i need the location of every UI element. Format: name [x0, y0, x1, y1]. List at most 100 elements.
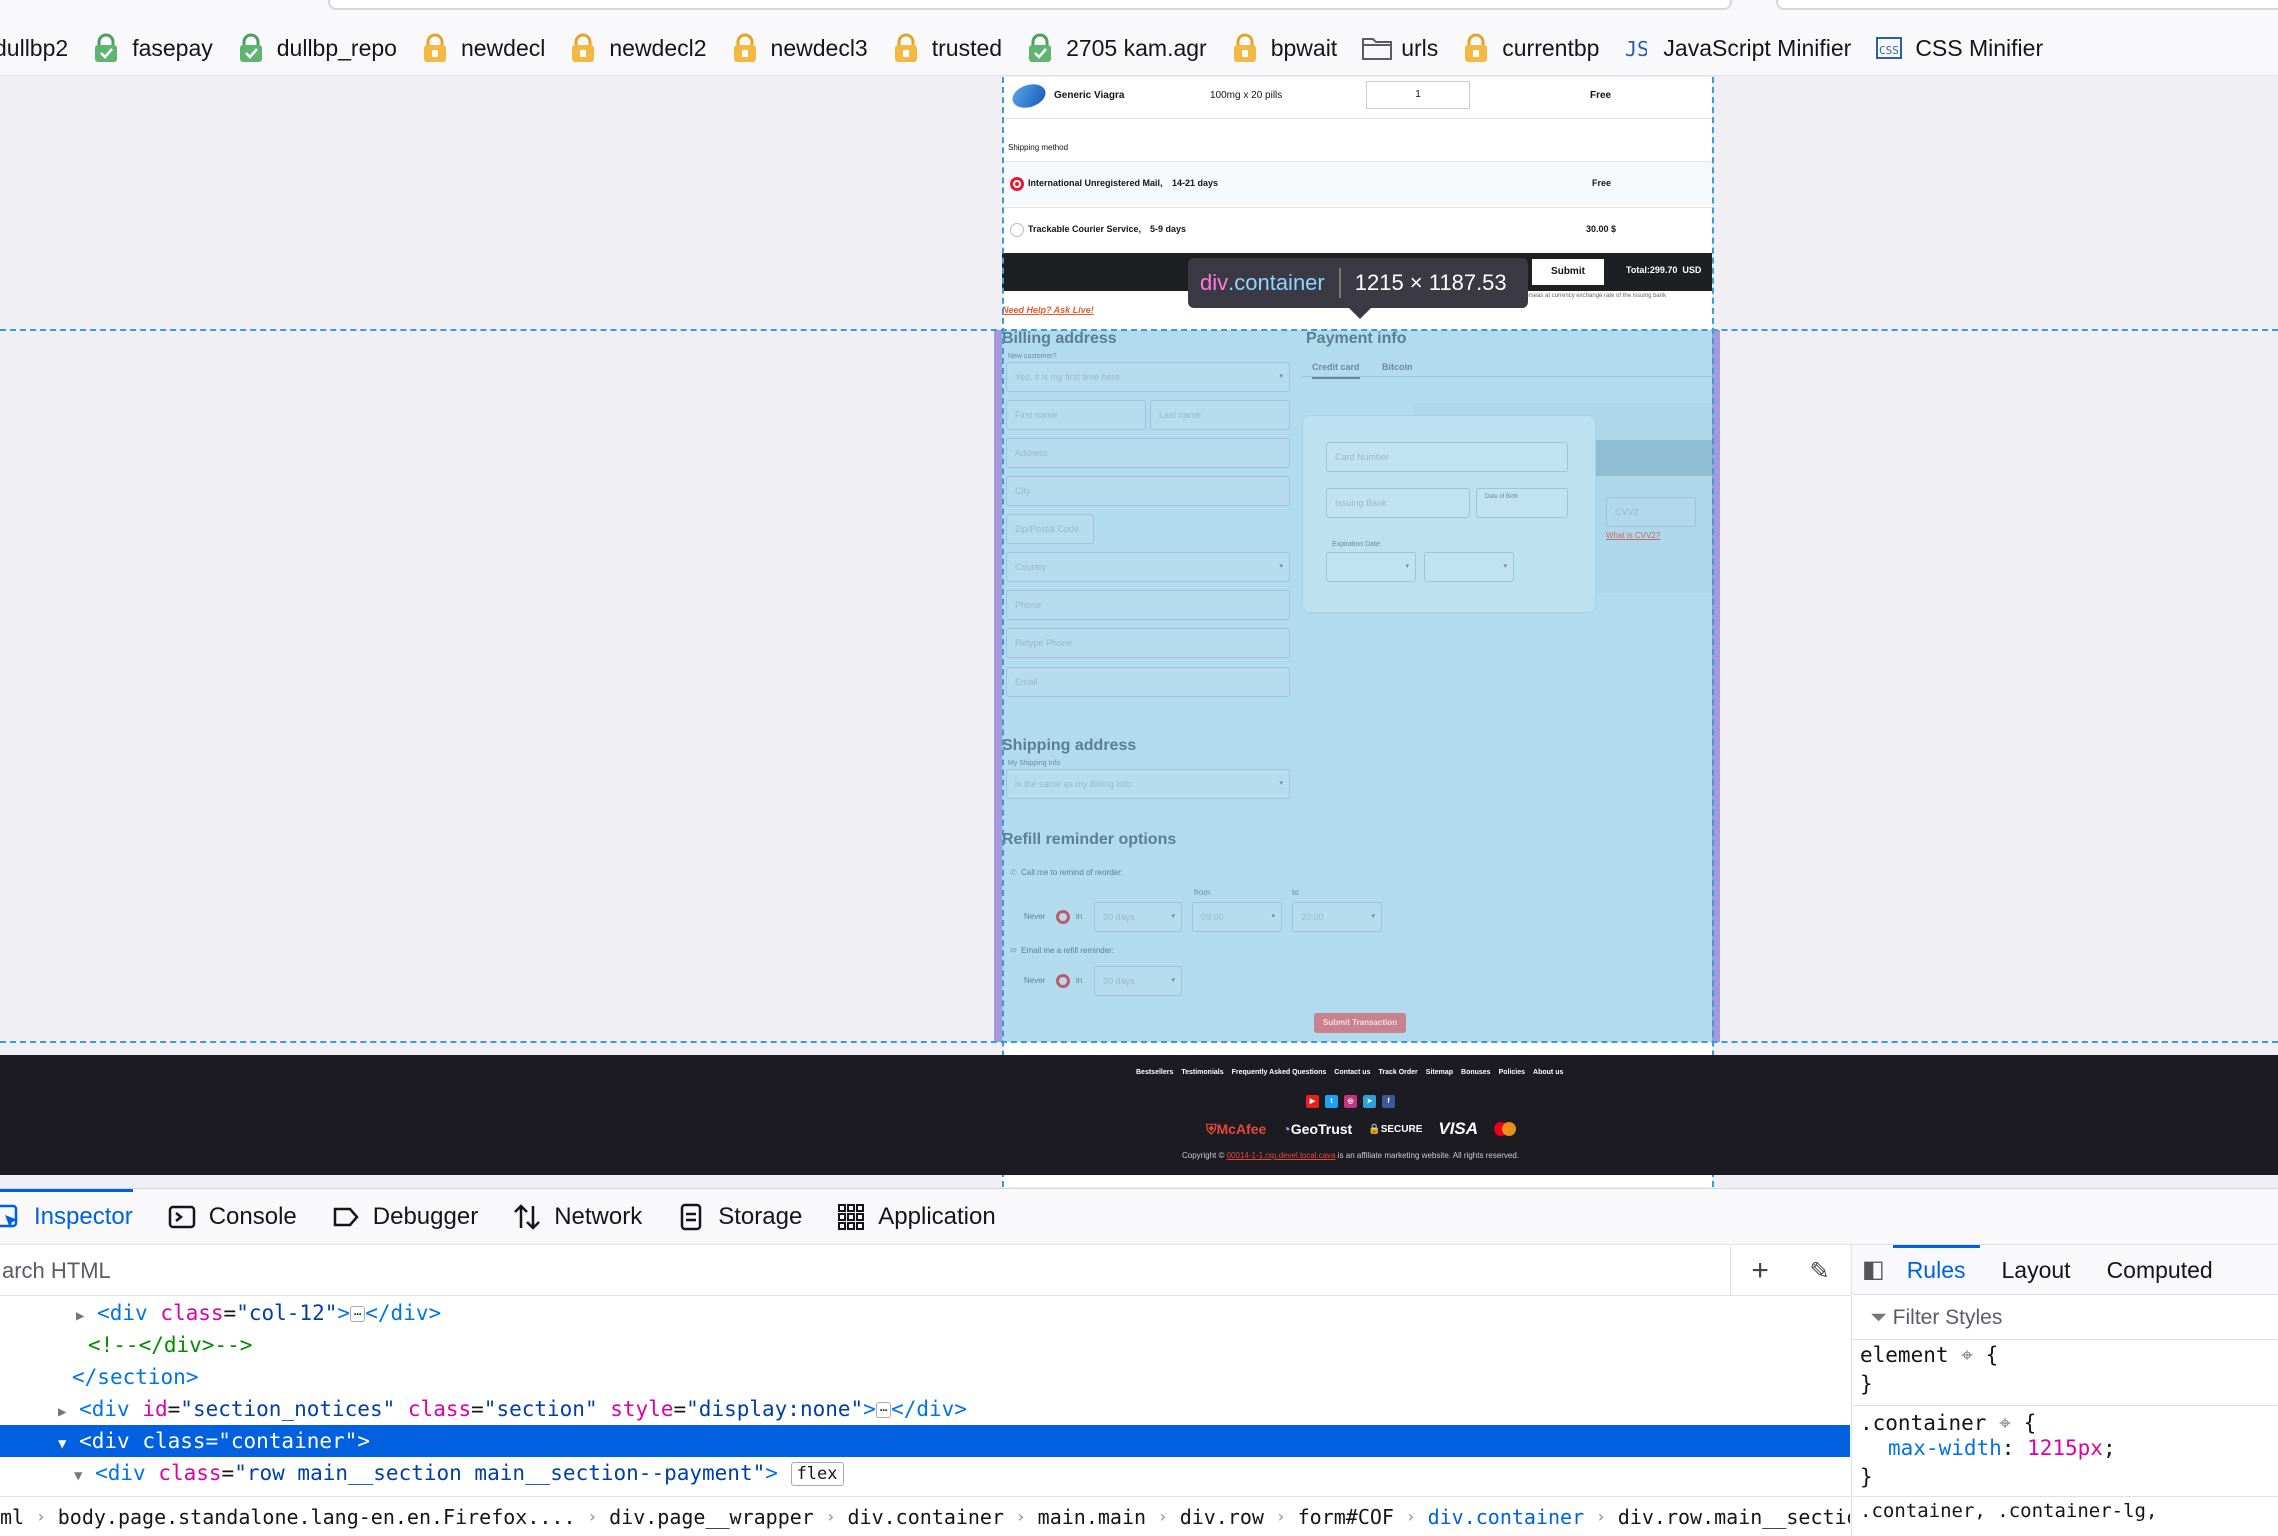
footer-link[interactable]: Bestsellers	[1136, 1069, 1173, 1076]
breadcrumb-item[interactable]: main.main	[1038, 1505, 1146, 1529]
rule-container[interactable]: .container ⌖ {	[1852, 1405, 2278, 1435]
bookmark-item[interactable]: 2705 kam.agr	[1026, 33, 1207, 63]
footer-link[interactable]: Contact us	[1334, 1069, 1370, 1076]
add-node-icon[interactable]: +	[1751, 1254, 1769, 1288]
footer-link[interactable]: About us	[1533, 1069, 1563, 1076]
live-help-link[interactable]: Need Help? Ask Live!	[1002, 305, 1094, 315]
exp-year-select[interactable]: ▾	[1424, 552, 1514, 582]
email-reminder-option[interactable]: ✉ Email me a refill reminder:	[1010, 946, 1114, 955]
collapse-arrow-icon[interactable]: ▼	[58, 1436, 66, 1452]
shipping-info-select[interactable]: is the same as my Billing Info ▾	[1006, 769, 1290, 799]
rule-element[interactable]: element ⌖ {	[1852, 1341, 2278, 1370]
tree-node[interactable]: ▼ <div class="row main__section main__se…	[0, 1457, 1850, 1489]
tab-storage[interactable]: Storage	[676, 1189, 802, 1245]
bookmark-item[interactable]: newdecl2	[569, 33, 707, 63]
bookmark-item[interactable]: newdecl3	[731, 33, 868, 63]
tab-debugger[interactable]: Debugger	[331, 1189, 478, 1245]
cvv-field[interactable]: CVV2	[1606, 497, 1696, 527]
bookmark-item[interactable]: newdecl	[421, 33, 545, 63]
telegram-icon[interactable]: ➤	[1363, 1095, 1376, 1108]
shipping-option-courier[interactable]: Trackable Courier Service, 5-9 days 30.0…	[1002, 207, 1712, 251]
tab-layout[interactable]: Layout	[2002, 1245, 2071, 1295]
email-days-select[interactable]: 30 days ▾	[1094, 966, 1182, 996]
bookmark-item[interactable]: CSS CSS Minifier	[1875, 33, 2043, 63]
footer-link[interactable]: Testimonials	[1181, 1069, 1223, 1076]
tree-node[interactable]: </section>	[0, 1361, 1850, 1393]
breadcrumb-item[interactable]: body.page.standalone.lang-en.en.Firefox.…	[58, 1505, 576, 1529]
new-customer-select[interactable]: Yes, it is my first time here ▾	[1006, 362, 1290, 392]
tree-node[interactable]: ▶ <div class="col-12"> ⋯ </div>	[0, 1297, 1850, 1329]
youtube-icon[interactable]: ▶	[1306, 1095, 1319, 1108]
breadcrumb-item[interactable]: form#COF	[1298, 1505, 1394, 1529]
bookmark-item[interactable]: dullbp_repo	[237, 33, 397, 63]
bookmark-item[interactable]: JS JavaScript Minifier	[1623, 33, 1851, 63]
twitter-icon[interactable]: t	[1325, 1095, 1338, 1108]
retype-phone-field[interactable]: Retype Phone	[1006, 628, 1290, 658]
footer-link[interactable]: Track Order	[1378, 1069, 1417, 1076]
email-field[interactable]: Email	[1006, 667, 1290, 697]
bookmark-item[interactable]: fasepay	[92, 33, 213, 63]
toggle-sidebar-icon[interactable]: ◧	[1862, 1255, 1885, 1284]
bookmark-item[interactable]: bpwait	[1231, 33, 1337, 63]
call-days-select[interactable]: 30 days ▾	[1094, 902, 1182, 932]
tree-comment[interactable]: <!--</div>-->	[0, 1329, 1850, 1361]
zip-field[interactable]: Zip/Postal Code	[1006, 514, 1094, 544]
exp-month-select[interactable]: ▾	[1326, 552, 1416, 582]
email-never-option[interactable]: Never	[1024, 976, 1045, 985]
quantity-input[interactable]: 1	[1366, 81, 1470, 109]
footer-link[interactable]: Policies	[1499, 1069, 1525, 1076]
footer-link[interactable]: Frequently Asked Questions	[1232, 1069, 1327, 1076]
breadcrumb-item[interactable]: div.row.main__section.ma	[1618, 1505, 1850, 1529]
facebook-icon[interactable]: f	[1382, 1095, 1395, 1108]
filter-styles-input[interactable]: ⏷ Filter Styles	[1852, 1296, 2278, 1340]
last-name-field[interactable]: Last name	[1150, 400, 1290, 430]
tab-bitcoin[interactable]: Bitcoin	[1382, 362, 1413, 372]
to-time-select[interactable]: 20:00 ▾	[1292, 902, 1382, 932]
submit-button[interactable]: Submit	[1532, 259, 1604, 285]
breadcrumb-item[interactable]: div.container	[847, 1505, 1004, 1529]
instagram-icon[interactable]: ◎	[1344, 1095, 1357, 1108]
card-number-field[interactable]: Card Number	[1326, 442, 1568, 472]
breadcrumb-item[interactable]: div.page__wrapper	[609, 1505, 814, 1529]
from-time-select[interactable]: 09:00 ▾	[1192, 902, 1282, 932]
tree-node-selected[interactable]: ▼ <div class="container">	[0, 1425, 1850, 1457]
shipping-option-unregistered[interactable]: International Unregistered Mail, 14-21 d…	[1002, 161, 1712, 205]
tab-network[interactable]: Network	[512, 1189, 642, 1245]
tab-inspector[interactable]: Inspector	[0, 1188, 133, 1245]
shipping-radio[interactable]	[1010, 223, 1024, 237]
expand-arrow-icon[interactable]: ▶	[58, 1404, 66, 1420]
issuing-bank-field[interactable]: Issuing Bank	[1326, 488, 1470, 518]
breadcrumb-item[interactable]: div.container	[1428, 1505, 1585, 1529]
eyedropper-icon[interactable]: ✎	[1810, 1257, 1830, 1286]
footer-link[interactable]: Bonuses	[1461, 1069, 1491, 1076]
bookmark-item[interactable]: trusted	[892, 33, 1002, 63]
flex-badge[interactable]: flex	[790, 1462, 844, 1486]
url-bar-edge[interactable]	[328, 0, 1732, 10]
phone-field[interactable]: Phone	[1006, 590, 1290, 620]
submit-transaction-button[interactable]: Submit Transaction	[1314, 1013, 1406, 1033]
shipping-radio-selected[interactable]	[1010, 177, 1024, 191]
tab-application[interactable]: Application	[836, 1189, 996, 1245]
collapse-arrow-icon[interactable]: ▼	[74, 1468, 82, 1484]
call-reminder-option[interactable]: ✆ Call me to remind of reorder:	[1010, 868, 1123, 877]
rule-next[interactable]: .container, .container-lg,	[1852, 1496, 2278, 1525]
expand-arrow-icon[interactable]: ▶	[76, 1308, 84, 1324]
tab-console[interactable]: Console	[167, 1189, 297, 1245]
country-select[interactable]: Country ▾	[1006, 552, 1290, 582]
rule-declaration[interactable]: max-width: 1215px;	[1852, 1434, 2278, 1463]
breadcrumb-item[interactable]: ml	[0, 1505, 24, 1529]
bookmark-item[interactable]: dullbp2	[0, 35, 68, 62]
email-in-radio[interactable]	[1056, 974, 1070, 988]
bookmark-item[interactable]: urls	[1361, 33, 1438, 63]
breadcrumb-item[interactable]: div.row	[1180, 1505, 1264, 1529]
first-name-field[interactable]: First name	[1006, 400, 1146, 430]
tab-rules[interactable]: Rules	[1892, 1244, 1980, 1295]
call-never-option[interactable]: Never	[1024, 912, 1045, 921]
city-field[interactable]: City	[1006, 476, 1290, 506]
address-field[interactable]: Address	[1006, 438, 1290, 468]
search-bar-edge[interactable]	[1776, 0, 2278, 10]
dob-field[interactable]: Date of Birth	[1476, 488, 1568, 518]
bookmark-item[interactable]: currentbp	[1462, 33, 1599, 63]
call-in-radio[interactable]	[1056, 910, 1070, 924]
search-html-input[interactable]: arch HTML	[0, 1246, 1850, 1296]
